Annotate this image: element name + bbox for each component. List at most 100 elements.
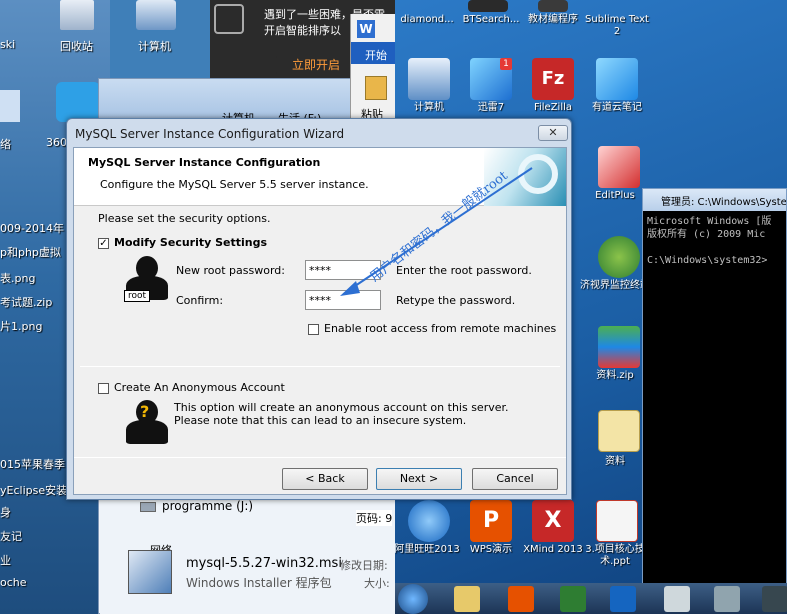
desktop-label[interactable]: 表.png [0, 270, 35, 286]
paste-icon[interactable] [365, 76, 387, 100]
drive-label[interactable]: programme (J:) [162, 499, 253, 513]
next-button[interactable]: Next > [376, 468, 462, 490]
size-label: 大小: [364, 577, 390, 590]
explorer-taskbar-icon[interactable] [454, 586, 480, 612]
desktop-label[interactable]: p和php虚拟 [0, 244, 61, 260]
cmd-line: Microsoft Windows [版 [647, 216, 772, 227]
ppt-icon[interactable] [596, 500, 638, 542]
desktop-label[interactable]: yEclipse安装 [0, 482, 67, 498]
desktop-icon-wps[interactable]: WPS演示 [456, 544, 526, 556]
desktop-label: 络 [0, 138, 11, 151]
computer-icon[interactable] [408, 58, 450, 100]
dialog-title: MySQL Server Instance Configuration Wiza… [75, 127, 345, 141]
filezilla-icon[interactable]: Fz [532, 58, 574, 100]
monitor-icon[interactable] [598, 236, 640, 278]
remote-access-label[interactable]: Enable root access from remote machines [324, 322, 556, 335]
recycle-bin-icon[interactable] [60, 0, 94, 30]
new-password-hint: Enter the root password. [396, 264, 532, 277]
xmind-icon[interactable]: X [532, 500, 574, 542]
desktop-icon-ppt[interactable]: 3.项目核心技术.ppt [580, 544, 650, 568]
security-intro: Please set the security options. [98, 212, 271, 225]
desktop-icon-monitor[interactable]: 济视界监控终端 [580, 280, 650, 292]
cmd-title: 管理员: C:\Windows\System32 [643, 189, 786, 211]
desktop-label[interactable]: 考试题.zip [0, 294, 52, 310]
anonymous-desc: This option will create an anonymous acc… [174, 401, 509, 414]
desktop-label[interactable]: 片1.png [0, 318, 42, 334]
cancel-button[interactable]: Cancel [472, 468, 558, 490]
wps-writer-taskbar-icon[interactable] [610, 586, 636, 612]
section-divider [80, 366, 560, 367]
wps-spreadsheet-taskbar-icon[interactable] [560, 586, 586, 612]
confirm-label: Confirm: [176, 294, 224, 307]
editplus-icon[interactable] [598, 146, 640, 188]
wps-presentation-taskbar-icon[interactable] [508, 586, 534, 612]
desktop-icon-program[interactable]: 教材编程序 [518, 14, 588, 26]
notification-text: 开启智能排序以 [264, 24, 341, 37]
anon-body [126, 420, 168, 444]
start-button[interactable] [398, 584, 428, 614]
wangwang-icon[interactable] [408, 500, 450, 542]
desktop-label[interactable]: 009-2014年 [0, 220, 64, 236]
tray-taskbar-icon[interactable] [762, 586, 787, 612]
dialog-client: MySQL Server Instance Configuration Conf… [73, 147, 567, 495]
computer-desktop-icon[interactable] [136, 0, 176, 30]
360-icon[interactable] [56, 82, 100, 122]
desktop-label[interactable]: 业 [0, 552, 11, 568]
modify-security-checkbox[interactable]: ✓ [98, 238, 109, 249]
page-indicator: 页码: 9 [356, 510, 393, 526]
desktop-label-computer: 计算机 [138, 40, 171, 53]
desktop-label[interactable]: 身 [0, 504, 11, 520]
desktop-icon-btsearch[interactable]: BTSearch... [456, 14, 526, 26]
program-icon[interactable] [538, 0, 568, 12]
desktop-icon-youdao[interactable]: 有道云笔记 [582, 102, 652, 114]
cmd-prompt[interactable]: C:\Windows\system32> [647, 255, 767, 266]
bt-icon[interactable] [468, 0, 508, 12]
msi-installer-icon[interactable] [128, 550, 172, 594]
banner-heading: MySQL Server Instance Configuration [88, 156, 321, 169]
desktop-icon-editplus[interactable]: EditPlus [580, 190, 650, 202]
back-button[interactable]: < Back [282, 468, 368, 490]
file-name[interactable]: mysql-5.5.27-win32.msi [186, 556, 342, 571]
anonymous-account-checkbox[interactable] [98, 383, 109, 394]
desktop-icon-diamond[interactable]: diamond... [392, 14, 462, 26]
desktop-icon-computer[interactable]: 计算机 [394, 102, 464, 114]
anonymous-account-label[interactable]: Create An Anonymous Account [114, 381, 285, 394]
cmd-output: Microsoft Windows [版 版权所有 (c) 2009 Mic C… [643, 211, 786, 271]
close-button[interactable]: ✕ [538, 125, 568, 141]
gear-icon [518, 154, 558, 194]
cmd-window[interactable]: 管理员: C:\Windows\System32 Microsoft Windo… [642, 188, 787, 588]
desktop-label-recycle: 回收站 [60, 40, 93, 53]
desktop-icon-filezilla[interactable]: FileZilla [518, 102, 588, 114]
wps-w-icon: W [357, 20, 375, 38]
notification-badge: 1 [500, 58, 512, 70]
desktop-icon-zip[interactable]: 资料.zip [580, 370, 650, 382]
desktop-icon-thunder[interactable]: 迅雷7 [456, 102, 526, 114]
desktop-icon-sublime[interactable]: Sublime Text 2 [582, 14, 652, 38]
modified-label: 修改日期: [340, 559, 388, 572]
modify-security-label[interactable]: Modify Security Settings [114, 236, 267, 249]
desktop-icon-data[interactable]: 资料 [580, 456, 650, 468]
confirm-hint: Retype the password. [396, 294, 516, 307]
network-taskbar-icon[interactable] [714, 586, 740, 612]
confirm-password-input[interactable] [305, 290, 381, 310]
desktop-label[interactable]: 015苹果春季 [0, 456, 65, 472]
wps-start-tab[interactable]: 开始 [365, 47, 387, 63]
installer-taskbar-icon[interactable] [664, 586, 690, 612]
wps-panel: W 开始 粘贴 [350, 14, 399, 124]
app-grid-icon [214, 4, 244, 34]
new-password-label: New root password: [176, 264, 285, 277]
desktop-icon-wangwang[interactable]: 阿里旺旺2013 [392, 544, 462, 556]
zip-icon[interactable] [598, 326, 640, 368]
remote-access-checkbox[interactable] [308, 324, 319, 335]
enable-now-button[interactable]: 立即开启 [276, 56, 356, 74]
cmd-line: 版权所有 (c) 2009 Mic [647, 229, 766, 240]
wps-icon[interactable]: P [470, 500, 512, 542]
youdao-icon[interactable] [596, 58, 638, 100]
question-mark-icon: ? [140, 402, 150, 421]
desktop-icon-xmind[interactable]: XMind 2013 [518, 544, 588, 556]
file-type: Windows Installer 程序包 [186, 576, 332, 590]
bt-folder-icon[interactable] [598, 410, 640, 452]
computer-icon[interactable] [0, 90, 20, 122]
desktop-label[interactable]: 友记 [0, 528, 22, 544]
desktop-label[interactable]: oche [0, 576, 27, 589]
